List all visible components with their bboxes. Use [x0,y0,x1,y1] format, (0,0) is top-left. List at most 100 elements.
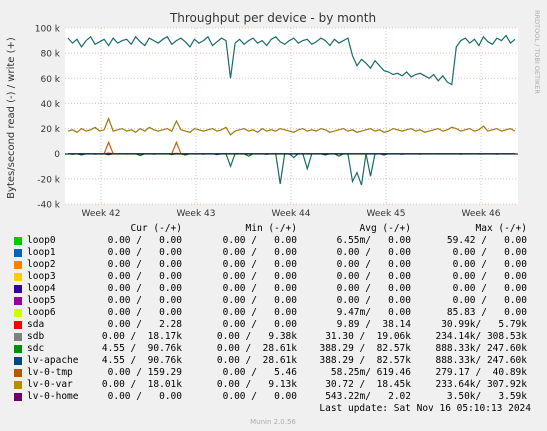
legend-value-cur: 0.00 / 0.00 [107,247,182,258]
legend-row: lv-0-tmp 0.00 / 159.29 0.00 / 5.46 58.25m/ … [0,367,540,379]
rrdtool-watermark: RRDTOOL / TOBI OETIKER [533,10,541,94]
legend-series-name: sdc [27,343,45,354]
legend-row: sda 0.00 / 2.28 0.00 / 0.00 9.89 / 38.14 30.… [0,319,540,331]
legend-series-name: loop3 [27,271,56,282]
legend-value-min: 0.00 / 0.00 [222,271,297,282]
legend-value-avg: 0.00 / 0.00 [336,271,411,282]
legend-value-max: 0.00 / 0.00 [452,283,527,294]
legend-value-avg: 9.47m/ 0.00 [336,307,411,318]
x-tick-label: Week 45 [367,209,406,219]
legend-value-min: 0.00 / 0.00 [222,307,297,318]
legend-value-cur: 0.00 / 0.00 [107,283,182,294]
legend-value-cur: 0.00 / 18.17k [101,331,182,342]
legend-series-name: loop1 [27,247,56,258]
legend-swatch [14,321,22,329]
legend-value-max: 888.33k/ 247.60k [435,343,527,354]
y-tick-label: -20 k [37,175,61,185]
legend-row: loop1 0.00 / 0.00 0.00 / 0.00 0.00 / 0.00 0.… [0,247,540,259]
legend-swatch [14,381,22,389]
x-tick-label: Week 42 [82,209,121,219]
legend-value-avg: 0.00 / 0.00 [336,247,411,258]
legend-row: lv-0-var 0.00 / 18.01k 0.00 / 9.13k 30.72 /… [0,379,540,391]
legend-value-cur: 4.55 / 90.76k [101,355,182,366]
legend-swatch [14,297,22,305]
legend-value-min: 0.00 / 9.38k [216,331,297,342]
legend-row: loop3 0.00 / 0.00 0.00 / 0.00 0.00 / 0.00 0.… [0,271,540,283]
last-update: Last update: Sat Nov 16 05:10:13 2024 [319,403,531,414]
legend-value-min: 0.00 / 5.46 [222,367,297,378]
legend-value-avg: 30.72 / 18.45k [325,379,411,390]
legend-value-max: 888.33k/ 247.60k [435,355,527,366]
legend-series-name: loop5 [27,295,56,306]
legend-value-min: 0.00 / 0.00 [222,319,297,330]
legend-series-name: loop2 [27,259,56,270]
legend-swatch [14,249,22,257]
legend-value-min: 0.00 / 9.13k [216,379,297,390]
x-tick-label: Week 46 [462,209,501,219]
legend-row: sdb 0.00 / 18.17k 0.00 / 9.38k 31.30 / 19.0… [0,331,540,343]
legend-value-max: 279.17 / 40.89k [435,367,527,378]
legend-series-name: lv-0-var [27,379,73,390]
legend-value-cur: 4.55 / 90.76k [101,343,182,354]
legend-value-cur: 0.00 / 0.00 [107,235,182,246]
legend-value-cur: 0.00 / 0.00 [107,271,182,282]
y-tick-label: 60 k [40,75,60,85]
legend-series-name: sdb [27,331,45,342]
y-tick-label: 20 k [40,125,60,135]
legend-value-max: 233.64k/ 307.92k [435,379,527,390]
legend-row: loop0 0.00 / 0.00 0.00 / 0.00 6.55m/ 0.00 59… [0,235,540,247]
legend-series-name: loop4 [27,283,56,294]
legend-value-cur: 0.00 / 159.29 [107,367,182,378]
legend-swatch [14,393,22,401]
legend-value-avg: 0.00 / 0.00 [336,295,411,306]
legend-value-avg: 31.30 / 19.06k [325,331,411,342]
legend-value-max: 59.42 / 0.00 [446,235,527,246]
legend-value-max: 85.83 / 0.00 [446,307,527,318]
legend-row: lv-0-home 0.00 / 0.00 0.00 / 0.00 543.22m/ … [0,391,540,403]
legend-swatch [14,345,22,353]
legend-value-max: 0.00 / 0.00 [452,295,527,306]
legend-value-avg: 0.00 / 0.00 [336,259,411,270]
legend-value-avg: 58.25m/ 619.46 [330,367,411,378]
legend-value-min: 0.00 / 28.61k [216,355,297,366]
legend-value-avg: 9.89 / 38.14 [336,319,411,330]
legend-swatch [14,237,22,245]
legend-value-avg: 0.00 / 0.00 [336,283,411,294]
x-tick-label: Week 43 [177,209,216,219]
legend-row: loop4 0.00 / 0.00 0.00 / 0.00 0.00 / 0.00 0.… [0,283,540,295]
legend-swatch [14,369,22,377]
legend-value-avg: 388.29 / 82.57k [319,343,411,354]
legend-swatch [14,273,22,281]
legend-header-min: Min (-/+) [246,223,297,234]
legend-value-cur: 0.00 / 0.00 [107,307,182,318]
legend-swatch [14,309,22,317]
legend-value-max: 3.50k/ 3.59k [446,391,527,402]
legend-series-name: lv-apache [27,355,79,366]
legend-swatch [14,285,22,293]
legend-series-name: sda [27,319,45,330]
legend-value-max: 0.00 / 0.00 [452,247,527,258]
legend-row: sdc 4.55 / 90.76k 0.00 / 28.61k 388.29 / 82… [0,343,540,355]
legend-value-min: 0.00 / 0.00 [222,295,297,306]
legend-header-avg: Avg (-/+) [360,223,411,234]
legend-value-max: 234.14k/ 308.53k [435,331,527,342]
legend-value-max: 0.00 / 0.00 [452,271,527,282]
legend-value-min: 0.00 / 0.00 [222,259,297,270]
y-tick-label: 0 [54,150,60,160]
legend-series-name: lv-0-tmp [27,367,73,378]
legend-value-max: 0.00 / 0.00 [452,259,527,270]
legend-header-max: Max (-/+) [476,223,527,234]
legend-value-avg: 543.22m/ 2.02 [325,391,411,402]
legend-value-cur: 0.00 / 0.00 [107,391,182,402]
munin-graph: { "chart_data": { "type": "line", "title… [0,0,547,431]
legend-value-avg: 388.29 / 82.57k [319,355,411,366]
legend-series-name: lv-0-home [27,391,79,402]
legend-value-min: 0.00 / 0.00 [222,247,297,258]
x-axis-ticks: Week 42 Week 43 Week 44 Week 45 Week 46 [82,209,501,219]
y-tick-label: 100 k [35,25,61,35]
y-axis-label: Bytes/second read (-) / write (+) [6,37,17,199]
legend-value-avg: 6.55m/ 0.00 [336,235,411,246]
legend-series-name: loop0 [27,235,56,246]
legend-value-min: 0.00 / 0.00 [222,283,297,294]
legend-value-min: 0.00 / 28.61k [216,343,297,354]
